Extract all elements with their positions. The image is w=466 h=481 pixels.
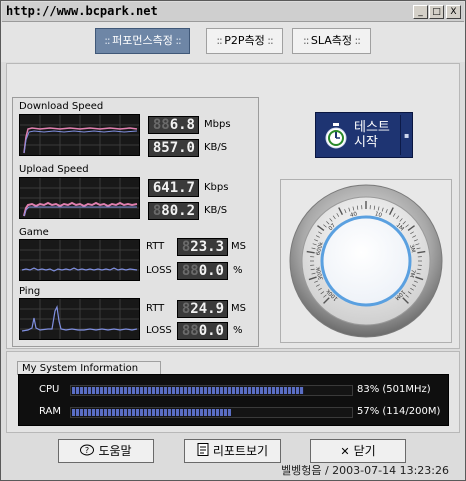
ping-graph — [19, 298, 140, 340]
app-window: http://www.bcpark.net _ □ X :: 퍼포먼스측정 ::… — [0, 0, 466, 481]
game-rtt-unit: MS — [231, 241, 246, 252]
upload-kbs-unit: KB/S — [204, 205, 228, 216]
game-label: Game — [19, 227, 49, 238]
cpu-usage-fill — [72, 387, 304, 394]
ram-usage-fill — [72, 409, 232, 416]
download-speed-label: Download Speed — [19, 101, 104, 112]
close-button[interactable]: ✕ 닫기 — [310, 439, 406, 463]
ping-rtt-display: 824.9 — [177, 300, 228, 318]
cpu-usage-bar — [70, 385, 353, 396]
tab-performance-label: 퍼포먼스측정 — [112, 34, 173, 47]
stopwatch-icon — [325, 123, 347, 149]
tab-sla-label: SLA측정 — [310, 34, 353, 47]
tab-performance[interactable]: :: 퍼포먼스측정 :: — [95, 28, 190, 54]
start-test-button[interactable]: 테스트 시작 ▪ — [315, 112, 413, 158]
start-button-line2: 시작 — [354, 135, 378, 150]
cpu-usage-text: 83% (501MHz) — [357, 384, 431, 395]
close-x-icon: ✕ — [340, 445, 350, 458]
speed-dial-frame: 100k 300k 600k 07 40 10 1M 3M 7M 10M — [280, 179, 452, 343]
report-button-label: 리포트보기 — [212, 444, 269, 458]
mode-tabs: :: 퍼포먼스측정 :: :: P2P측정 :: :: SLA측정 :: — [1, 22, 465, 62]
report-button[interactable]: 리포트보기 — [184, 439, 281, 463]
ping-loss-label: LOSS — [146, 325, 172, 336]
tab-sla[interactable]: :: SLA측정 :: — [292, 28, 371, 54]
tab-p2p-label: P2P측정 — [224, 34, 265, 47]
start-button-line1: 테스트 — [354, 120, 390, 135]
upload-kbps-display: 641.7 — [148, 179, 199, 197]
download-mbps-unit: Mbps — [204, 119, 231, 130]
system-info-panel: CPU 83% (501MHz) RAM 57% (114/200M) — [18, 374, 449, 426]
minimize-button[interactable]: _ — [413, 5, 428, 19]
game-loss-label: LOSS — [146, 265, 172, 276]
download-kbs-display: 857.0 — [148, 139, 199, 157]
ping-loss-unit: % — [233, 325, 243, 336]
report-icon — [197, 441, 209, 463]
upload-kbs-display: 880.2 — [148, 202, 199, 220]
upload-speed-label: Upload Speed — [19, 164, 89, 175]
upload-kbps-unit: Kbps — [204, 182, 229, 193]
svg-text:?: ? — [85, 446, 89, 455]
help-button-label: 도움말 — [98, 444, 132, 458]
close-button-label: 닫기 — [353, 444, 376, 458]
window-title: http://www.bcpark.net — [6, 4, 158, 18]
close-window-button[interactable]: X — [446, 5, 461, 19]
download-kbs-unit: KB/S — [204, 142, 228, 153]
ping-label: Ping — [19, 286, 41, 297]
ping-loss-display: 880.0 — [177, 322, 228, 340]
ping-rtt-label: RTT — [146, 303, 165, 314]
download-mbps-display: 886.8 — [148, 116, 199, 134]
ram-usage-bar — [70, 407, 353, 418]
help-button[interactable]: ? 도움말 — [58, 439, 154, 463]
dropdown-arrow-icon: ▪ — [404, 131, 410, 140]
tab-p2p[interactable]: :: P2P측정 :: — [206, 28, 283, 54]
ping-rtt-unit: MS — [231, 303, 246, 314]
download-graph — [19, 114, 140, 156]
speedometer-dial: 100k300k600k0740 101M3M7M10M — [289, 184, 443, 338]
ram-label: RAM — [39, 406, 62, 417]
game-loss-unit: % — [233, 265, 243, 276]
question-icon: ? — [80, 441, 95, 463]
game-rtt-label: RTT — [146, 241, 165, 252]
cpu-label: CPU — [39, 384, 60, 395]
system-info-title: My System Information — [17, 361, 161, 375]
game-graph — [19, 239, 140, 281]
game-rtt-display: 823.3 — [177, 238, 228, 256]
upload-graph — [19, 177, 140, 219]
maximize-button[interactable]: □ — [429, 5, 444, 19]
game-loss-display: 880.0 — [177, 262, 228, 280]
ram-usage-text: 57% (114/200M) — [357, 406, 441, 417]
title-bar[interactable]: http://www.bcpark.net _ □ X — [2, 2, 464, 22]
status-text: 벨벵헝음 / 2003-07-14 13:23:26 — [281, 464, 450, 477]
